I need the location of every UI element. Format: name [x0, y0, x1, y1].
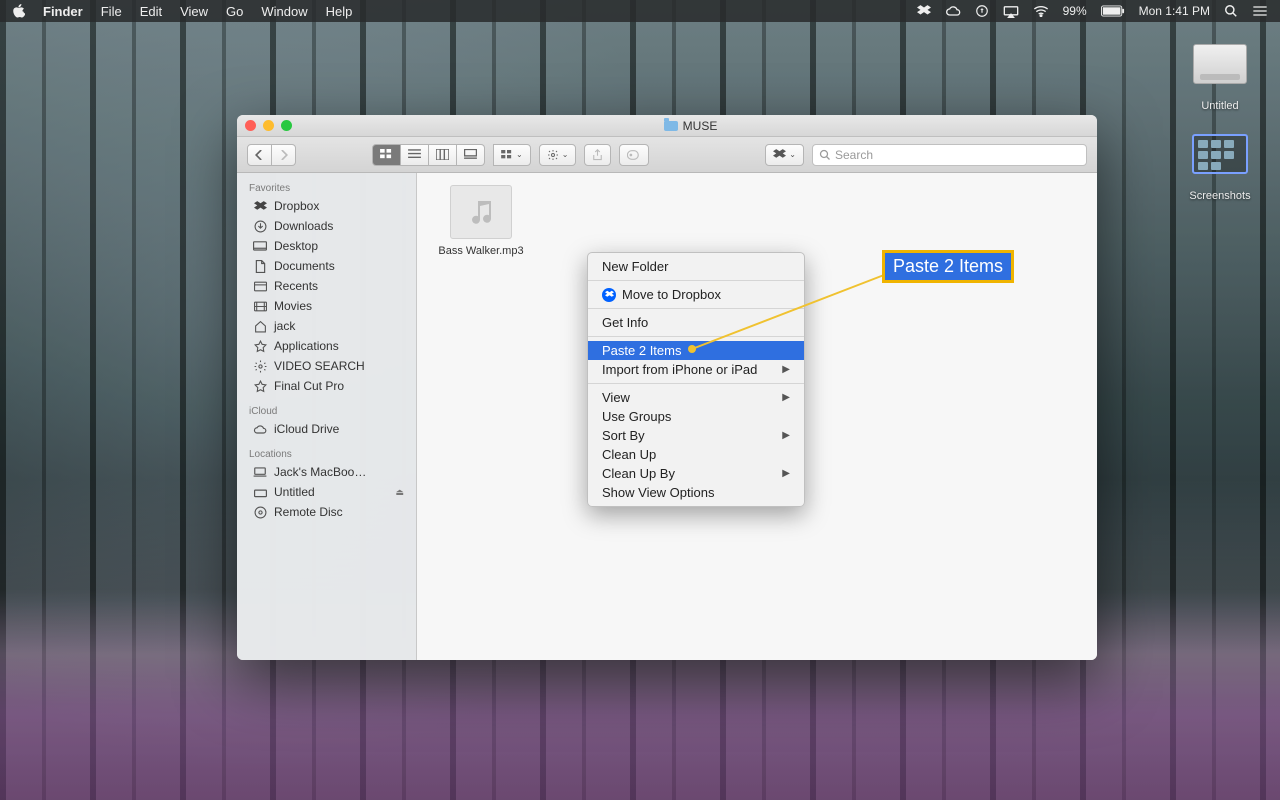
back-button[interactable] [247, 144, 272, 166]
ctx-new-folder[interactable]: New Folder [588, 257, 804, 276]
menu-file[interactable]: File [101, 4, 122, 19]
toolbar: ⌄ ⌄ ⌄ Search [237, 137, 1097, 173]
updates-icon[interactable] [975, 4, 989, 18]
sidebar-item-macbook[interactable]: Jack's MacBoo… [237, 462, 416, 482]
menu-help[interactable]: Help [326, 4, 353, 19]
ctx-sort-by[interactable]: Sort By▶ [588, 426, 804, 445]
file-label: Bass Walker.mp3 [431, 245, 531, 257]
zoom-button[interactable] [281, 120, 292, 131]
file-item[interactable]: Bass Walker.mp3 [431, 185, 531, 257]
folder-icon [664, 121, 678, 131]
battery-percent: 99% [1063, 4, 1087, 18]
titlebar[interactable]: MUSE [237, 115, 1097, 137]
menu-view[interactable]: View [180, 4, 208, 19]
desktop-shots-label: Screenshots [1184, 190, 1256, 202]
cloud-icon[interactable] [945, 5, 961, 17]
nav-buttons [247, 144, 296, 166]
forward-button[interactable] [272, 144, 296, 166]
column-view-button[interactable] [429, 144, 457, 166]
clock[interactable]: Mon 1:41 PM [1139, 4, 1210, 18]
ctx-get-info[interactable]: Get Info [588, 313, 804, 332]
sidebar-item-documents[interactable]: Documents [237, 256, 416, 276]
ctx-use-groups[interactable]: Use Groups [588, 407, 804, 426]
eject-icon[interactable]: ⏏ [395, 487, 404, 498]
ctx-clean-up-by[interactable]: Clean Up By▶ [588, 464, 804, 483]
submenu-arrow-icon: ▶ [782, 364, 790, 375]
ctx-move-dropbox[interactable]: Move to Dropbox [588, 285, 804, 304]
ctx-import[interactable]: Import from iPhone or iPad▶ [588, 360, 804, 379]
battery-icon[interactable] [1101, 5, 1125, 17]
group-button[interactable]: ⌄ [493, 144, 531, 166]
sidebar-locations-header: Locations [237, 445, 416, 462]
sidebar-item-video-search[interactable]: VIDEO SEARCH [237, 356, 416, 376]
submenu-arrow-icon: ▶ [782, 392, 790, 403]
wifi-icon[interactable] [1033, 5, 1049, 17]
desktop-drive[interactable]: Untitled [1184, 38, 1256, 112]
action-button[interactable]: ⌄ [539, 144, 577, 166]
airplay-icon[interactable] [1003, 5, 1019, 18]
ctx-paste[interactable]: Paste 2 Items [588, 341, 804, 360]
context-menu: New Folder Move to Dropbox Get Info Past… [587, 252, 805, 507]
sidebar-item-recents[interactable]: Recents [237, 276, 416, 296]
sidebar-item-downloads[interactable]: Downloads [237, 216, 416, 236]
desktop-drive-label: Untitled [1184, 100, 1256, 112]
menu-window[interactable]: Window [261, 4, 307, 19]
menubar: Finder File Edit View Go Window Help 99%… [0, 0, 1280, 22]
search-placeholder: Search [835, 148, 873, 162]
view-buttons [372, 144, 485, 166]
dropbox-icon [602, 288, 616, 302]
share-button[interactable] [584, 144, 611, 166]
sidebar-item-dropbox[interactable]: Dropbox [237, 196, 416, 216]
list-view-button[interactable] [401, 144, 429, 166]
menu-edit[interactable]: Edit [140, 4, 162, 19]
music-file-icon [450, 185, 512, 239]
minimize-button[interactable] [263, 120, 274, 131]
submenu-arrow-icon: ▶ [782, 468, 790, 479]
siri-list-icon[interactable] [1252, 5, 1268, 17]
sidebar-item-remote-disc[interactable]: Remote Disc [237, 502, 416, 522]
annotation-callout: Paste 2 Items [882, 250, 1014, 283]
app-name[interactable]: Finder [43, 4, 83, 19]
dropbox-menuextra-icon[interactable] [917, 5, 931, 17]
submenu-arrow-icon: ▶ [782, 430, 790, 441]
search-field[interactable]: Search [812, 144, 1087, 166]
sidebar-item-untitled[interactable]: Untitled⏏ [237, 482, 416, 502]
sidebar: Favorites Dropbox Downloads Desktop Docu… [237, 173, 417, 660]
apple-icon[interactable] [12, 4, 25, 18]
menu-go[interactable]: Go [226, 4, 243, 19]
sidebar-favorites-header: Favorites [237, 179, 416, 196]
sidebar-item-desktop[interactable]: Desktop [237, 236, 416, 256]
ctx-show-view-options[interactable]: Show View Options [588, 483, 804, 502]
tags-button[interactable] [619, 144, 649, 166]
sidebar-item-movies[interactable]: Movies [237, 296, 416, 316]
ctx-view[interactable]: View▶ [588, 388, 804, 407]
window-title: MUSE [683, 119, 718, 133]
sidebar-item-applications[interactable]: Applications [237, 336, 416, 356]
spotlight-icon[interactable] [1224, 4, 1238, 18]
sidebar-item-fcp[interactable]: Final Cut Pro [237, 376, 416, 396]
dropbox-toolbar-button[interactable]: ⌄ [765, 144, 804, 166]
ctx-clean-up[interactable]: Clean Up [588, 445, 804, 464]
gallery-view-button[interactable] [457, 144, 485, 166]
desktop-screenshots[interactable]: Screenshots [1184, 130, 1256, 202]
close-button[interactable] [245, 120, 256, 131]
sidebar-item-icloud-drive[interactable]: iCloud Drive [237, 419, 416, 439]
icon-view-button[interactable] [372, 144, 401, 166]
sidebar-item-home[interactable]: jack [237, 316, 416, 336]
sidebar-icloud-header: iCloud [237, 402, 416, 419]
